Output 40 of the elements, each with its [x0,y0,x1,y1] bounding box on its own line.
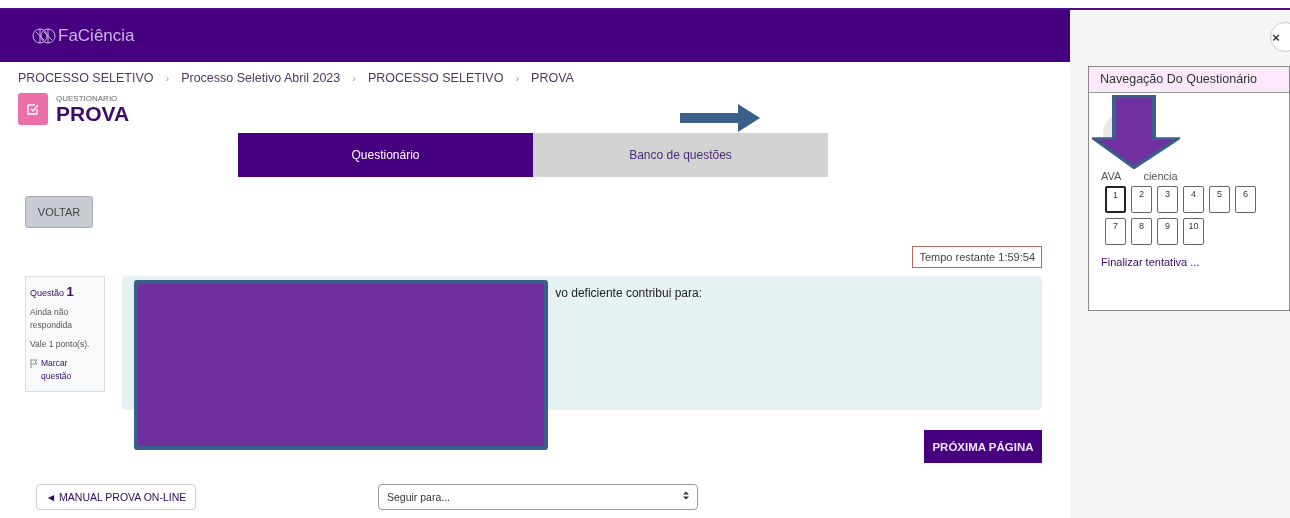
question-nav-button[interactable]: 7 [1105,218,1126,245]
breadcrumb-link[interactable]: PROVA [531,71,574,85]
breadcrumb-link[interactable]: PROCESSO SELETIVO [18,71,154,85]
finish-attempt-link[interactable]: Finalizar tentativa ... [1089,245,1289,268]
user-name: ciencia [1143,170,1178,182]
breadcrumb-separator: › [165,72,170,84]
logo-text: FaCiência [58,26,135,46]
question-nav-button[interactable]: 5 [1209,186,1230,213]
tab[interactable]: Questionário [238,133,533,177]
next-page-button[interactable]: PRÓXIMA PÁGINA [924,430,1042,463]
question-nav-button[interactable]: 10 [1183,218,1204,245]
question-number: Questão 1 [30,285,75,300]
page-kicker: QUESTIONARIO [56,93,119,103]
select-arrows-icon [683,491,689,500]
breadcrumb-separator: › [352,72,356,84]
user-name: AVA [1101,170,1122,182]
question-nav-button[interactable]: 4 [1183,186,1204,213]
close-button[interactable]: × [1270,22,1290,52]
question-nav-button[interactable]: 6 [1235,186,1256,213]
flag-icon [30,359,38,368]
page-title: PROVA [56,102,130,125]
manual-button[interactable]: ◄ MANUAL PROVA ON-LINE [36,484,196,510]
breadcrumb-link[interactable]: PROCESSO SELETIVO [367,71,504,85]
breadcrumb-link[interactable]: Processo Seletivo Abril 2023 [181,71,341,85]
timer: Tempo restante 1:59:54 [912,246,1042,268]
question-nav-button[interactable]: 3 [1157,186,1178,213]
question-nav-button[interactable]: 1 [1105,186,1126,213]
question-points: Vale 1 ponto(s). [30,338,91,351]
quiz-icon [18,93,48,125]
breadcrumb-separator: › [515,72,520,84]
flag-question-link[interactable]: Marcar questão [41,357,100,383]
navigation-title: Navegação Do Questionário [1089,67,1289,93]
tab[interactable]: Banco de questões [533,133,828,177]
question-nav-button[interactable]: 2 [1131,186,1152,213]
back-button[interactable]: VOLTAR [25,196,93,228]
question-text: vo deficiente contribui para: [555,286,702,302]
question-nav-button[interactable]: 9 [1157,218,1178,245]
question-nav-button[interactable]: 8 [1131,218,1152,245]
jump-select[interactable]: Seguir para... [378,484,698,510]
question-status: Ainda não respondida [30,306,74,332]
